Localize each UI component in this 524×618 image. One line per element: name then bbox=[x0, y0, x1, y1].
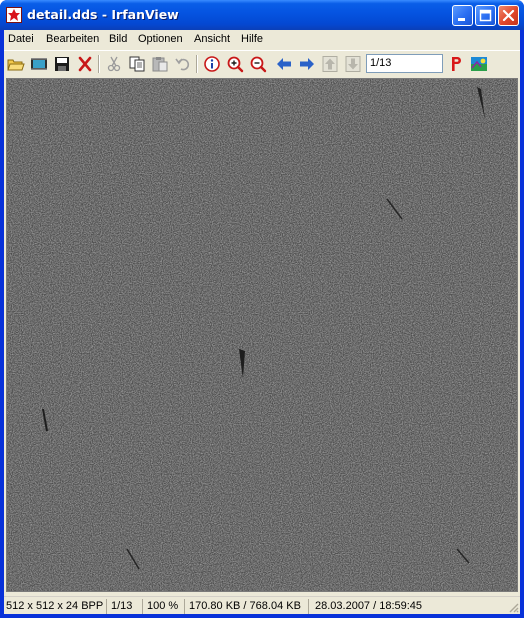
menu-bar: Datei Bearbeiten Bild Optionen Ansicht H… bbox=[4, 30, 520, 48]
window-title: detail.dds - IrfanView bbox=[27, 7, 179, 22]
toolbar-separator bbox=[98, 55, 100, 73]
minimize-button[interactable] bbox=[452, 5, 473, 26]
toolbar-separator bbox=[196, 55, 198, 73]
menu-datei[interactable]: Datei bbox=[5, 32, 37, 46]
paste-icon[interactable] bbox=[150, 55, 170, 73]
status-datetime: 28.03.2007 / 18:59:45 bbox=[315, 600, 423, 612]
paint-icon[interactable] bbox=[469, 55, 489, 73]
status-file-size: 170.80 KB / 768.04 KB bbox=[187, 599, 309, 614]
menu-bearbeiten[interactable]: Bearbeiten bbox=[43, 32, 102, 46]
cut-icon[interactable] bbox=[104, 55, 124, 73]
save-icon[interactable] bbox=[52, 55, 72, 73]
status-page: 1/13 bbox=[109, 599, 143, 614]
status-bar: 512 x 512 x 24 BPP 1/13 100 % 170.80 KB … bbox=[4, 596, 520, 614]
maximize-button[interactable] bbox=[475, 5, 496, 26]
title-bar[interactable]: detail.dds - IrfanView bbox=[0, 0, 524, 30]
status-zoom: 100 % bbox=[145, 599, 185, 614]
close-button[interactable] bbox=[498, 5, 519, 26]
toolbar: 1/13 bbox=[4, 50, 520, 76]
resize-grip[interactable] bbox=[507, 601, 519, 613]
image-canvas[interactable] bbox=[6, 78, 518, 592]
zoom-in-icon[interactable] bbox=[225, 55, 245, 73]
menu-optionen[interactable]: Optionen bbox=[135, 32, 186, 46]
irfanview-app-icon[interactable] bbox=[6, 7, 22, 23]
move-up-icon[interactable] bbox=[320, 55, 340, 73]
undo-icon[interactable] bbox=[173, 55, 193, 73]
next-arrow-icon[interactable] bbox=[297, 55, 317, 73]
zoom-out-icon[interactable] bbox=[248, 55, 268, 73]
print-p-icon[interactable] bbox=[446, 55, 466, 73]
client-area: Datei Bearbeiten Bild Optionen Ansicht H… bbox=[4, 30, 520, 614]
menu-hilfe[interactable]: Hilfe bbox=[238, 32, 266, 46]
delete-icon[interactable] bbox=[75, 55, 95, 73]
copy-icon[interactable] bbox=[127, 55, 147, 73]
page-number-field[interactable]: 1/13 bbox=[366, 54, 443, 73]
status-dimensions: 512 x 512 x 24 BPP bbox=[4, 599, 107, 614]
slideshow-icon[interactable] bbox=[29, 55, 49, 73]
move-down-icon[interactable] bbox=[343, 55, 363, 73]
menu-ansicht[interactable]: Ansicht bbox=[191, 32, 233, 46]
previous-arrow-icon[interactable] bbox=[274, 55, 294, 73]
info-icon[interactable] bbox=[202, 55, 222, 73]
open-folder-icon[interactable] bbox=[6, 55, 26, 73]
app-window: detail.dds - IrfanView Datei Bearbeiten … bbox=[0, 0, 524, 618]
gravel-texture-image bbox=[7, 79, 517, 591]
menu-bild[interactable]: Bild bbox=[106, 32, 130, 46]
